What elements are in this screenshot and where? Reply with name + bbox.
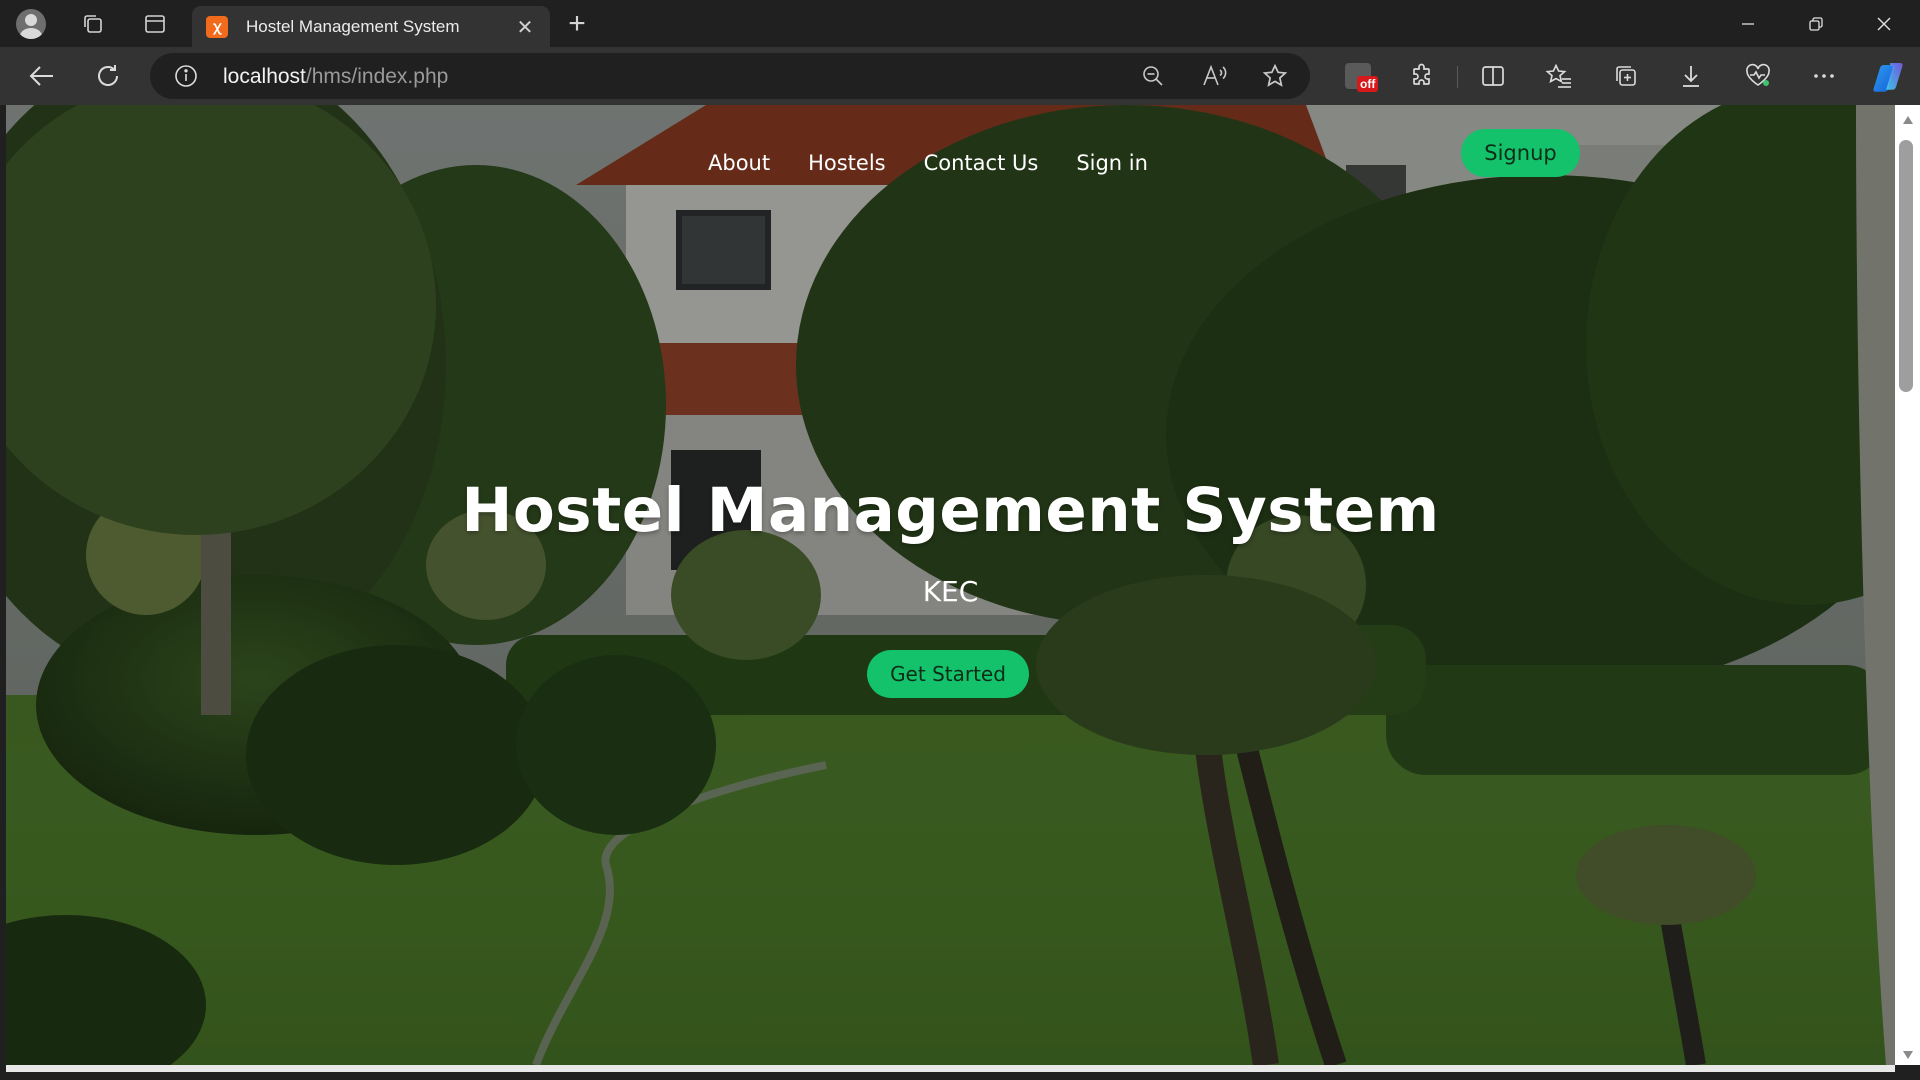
tab-title: Hostel Management System	[246, 16, 460, 36]
hero-subtitle: KEC	[922, 575, 979, 608]
browser-essentials-icon[interactable]	[1740, 58, 1776, 94]
nav-link-sign-in[interactable]: Sign in	[1076, 143, 1148, 183]
xampp-icon: ꭓ	[206, 15, 228, 38]
profile-button[interactable]	[14, 7, 48, 41]
nav-link-about[interactable]: About	[708, 143, 770, 183]
tab-strip: ꭓ Hostel Management System ✕ +	[0, 0, 1920, 47]
minimize-icon[interactable]	[1714, 0, 1782, 47]
tab-actions-icon[interactable]	[138, 7, 172, 41]
nav-links: About Hostels Contact Us Sign in	[708, 143, 1186, 183]
extension-off-icon[interactable]: off	[1340, 58, 1379, 94]
refresh-icon[interactable]	[90, 58, 126, 94]
site-navbar: About Hostels Contact Us Sign in	[6, 143, 1895, 183]
split-screen-icon[interactable]	[1475, 58, 1511, 94]
url-path: /hms/index.php	[305, 65, 449, 88]
browser-toolbar: localhost/hms/index.php off	[0, 47, 1920, 105]
avatar-icon	[16, 9, 46, 39]
back-icon[interactable]	[24, 58, 60, 94]
favorite-star-icon[interactable]	[1262, 63, 1288, 89]
scrollbar-thumb[interactable]	[1899, 140, 1913, 392]
nav-link-contact-us[interactable]: Contact Us	[924, 143, 1039, 183]
active-tab[interactable]: ꭓ Hostel Management System ✕	[192, 6, 550, 47]
extension-badge: off	[1357, 76, 1379, 92]
hero-title: Hostel Management System	[461, 475, 1440, 546]
scroll-down-arrow-icon[interactable]	[1895, 1047, 1920, 1063]
copilot-icon[interactable]	[1870, 59, 1906, 95]
url-host: localhost	[223, 65, 306, 88]
page-viewport: About Hostels Contact Us Sign in Signup …	[6, 105, 1895, 1065]
close-window-icon[interactable]	[1850, 0, 1918, 47]
workspaces-icon[interactable]	[76, 7, 110, 41]
favorites-icon[interactable]	[1541, 58, 1577, 94]
new-tab-icon[interactable]: +	[560, 7, 594, 41]
scroll-up-arrow-icon[interactable]	[1895, 112, 1920, 128]
extensions-icon[interactable]	[1404, 58, 1440, 94]
close-tab-icon[interactable]: ✕	[512, 14, 538, 40]
get-started-button[interactable]: Get Started	[867, 650, 1029, 698]
downloads-icon[interactable]	[1673, 58, 1709, 94]
more-options-icon[interactable]	[1806, 58, 1842, 94]
url-text[interactable]: localhost/hms/index.php	[223, 65, 448, 89]
address-bar[interactable]: localhost/hms/index.php	[150, 53, 1310, 99]
horizontal-scrollbar[interactable]	[6, 1065, 1895, 1072]
restore-icon[interactable]	[1782, 0, 1850, 47]
read-aloud-icon[interactable]	[1202, 63, 1228, 89]
nav-link-hostels[interactable]: Hostels	[808, 143, 886, 183]
collections-icon[interactable]	[1608, 58, 1644, 94]
zoom-out-icon[interactable]	[1140, 63, 1166, 89]
signup-button[interactable]: Signup	[1461, 129, 1580, 177]
info-icon[interactable]	[174, 64, 198, 88]
